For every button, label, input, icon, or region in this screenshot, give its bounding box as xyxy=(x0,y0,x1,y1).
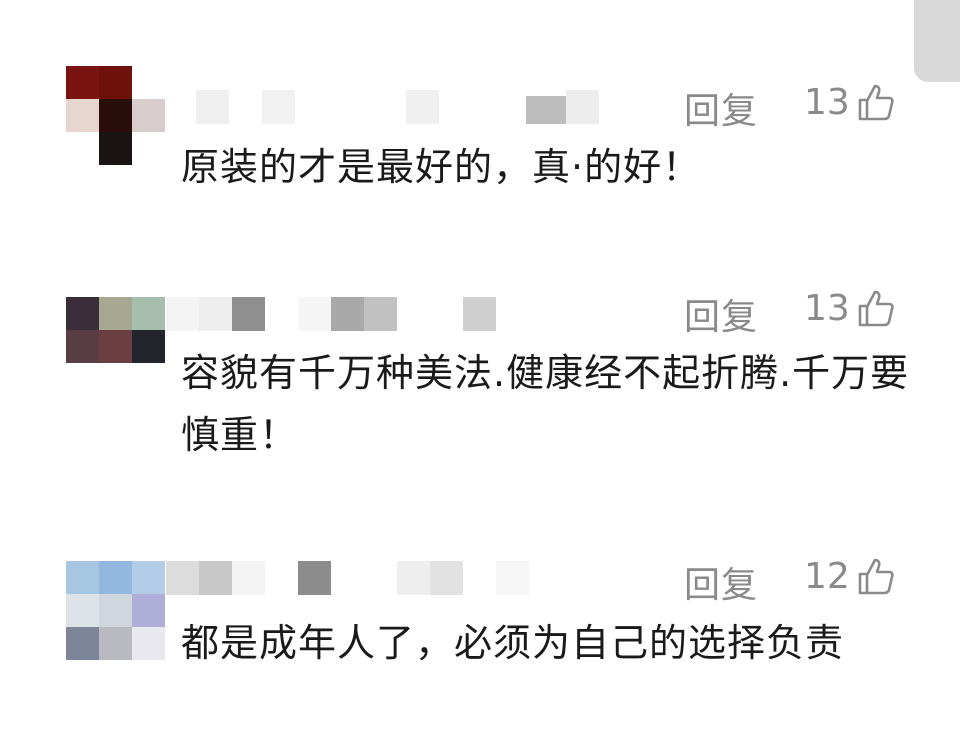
thumbs-up-icon[interactable] xyxy=(856,288,896,328)
avatar[interactable] xyxy=(66,561,165,660)
thumbs-up-icon[interactable] xyxy=(856,556,896,596)
like-count: 13 xyxy=(804,82,850,123)
like-count: 13 xyxy=(804,288,850,329)
avatar[interactable] xyxy=(66,66,165,165)
comment-text: 原装的才是最好的，真·的好！ xyxy=(181,145,702,189)
comment-text: 容貌有千万种美法.健康经不起折腾.千万要慎重！ xyxy=(181,351,910,457)
reply-button[interactable]: 回复 xyxy=(684,556,758,608)
username-pixelated[interactable] xyxy=(166,561,606,595)
username-pixelated[interactable] xyxy=(166,90,606,124)
username-pixelated[interactable] xyxy=(166,297,606,331)
reply-button[interactable]: 回复 xyxy=(684,82,758,134)
avatar[interactable] xyxy=(66,297,165,396)
comment-text: 都是成年人了，必须为自己的选择负责 xyxy=(181,621,845,665)
reply-button[interactable]: 回复 xyxy=(684,288,758,340)
like-count: 12 xyxy=(804,556,850,597)
scroll-handle[interactable] xyxy=(914,0,960,82)
thumbs-up-icon[interactable] xyxy=(856,82,896,122)
